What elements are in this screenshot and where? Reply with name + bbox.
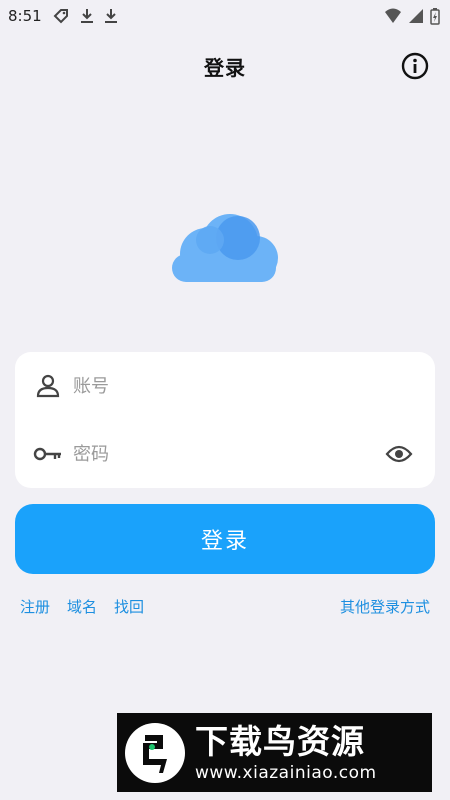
battery-icon <box>430 7 440 25</box>
login-form-card <box>15 352 435 488</box>
status-left: 8:51 <box>8 7 118 25</box>
key-icon <box>33 439 63 469</box>
register-link[interactable]: 注册 <box>20 596 50 617</box>
watermark-logo-icon <box>117 713 193 792</box>
cloud-icon <box>172 214 278 282</box>
status-right <box>384 7 440 25</box>
app-logo <box>168 210 282 288</box>
links-row: 注册 域名 找回 其他登录方式 <box>20 594 430 618</box>
page-title: 登录 <box>204 55 246 80</box>
watermark-text: 下载鸟资源 www.xiazainiao.com <box>195 722 377 784</box>
info-button[interactable] <box>400 51 430 81</box>
watermark-title: 下载鸟资源 <box>195 721 365 761</box>
info-circle-icon[interactable] <box>401 52 429 80</box>
domain-link[interactable]: 域名 <box>67 596 97 617</box>
status-time: 8:51 <box>8 7 42 25</box>
header: 登录 <box>0 42 450 90</box>
status-bar: 8:51 <box>0 0 450 32</box>
download-icon <box>80 8 94 24</box>
account-input[interactable] <box>73 375 417 397</box>
password-input[interactable] <box>73 443 383 465</box>
password-visibility-toggle[interactable] <box>383 438 415 470</box>
watermark-banner: 下载鸟资源 www.xiazainiao.com <box>117 713 432 792</box>
download-icon <box>104 8 118 24</box>
recover-link[interactable]: 找回 <box>114 596 144 617</box>
signal-icon <box>408 8 424 24</box>
eye-icon[interactable] <box>385 444 413 464</box>
wifi-icon <box>384 8 402 24</box>
tag-icon <box>52 7 70 25</box>
account-row <box>15 356 435 416</box>
login-button[interactable]: 登录 <box>15 504 435 574</box>
user-icon <box>33 371 63 401</box>
password-row <box>15 424 435 484</box>
other-login-link[interactable]: 其他登录方式 <box>340 596 430 617</box>
watermark-url: www.xiazainiao.com <box>195 762 377 783</box>
